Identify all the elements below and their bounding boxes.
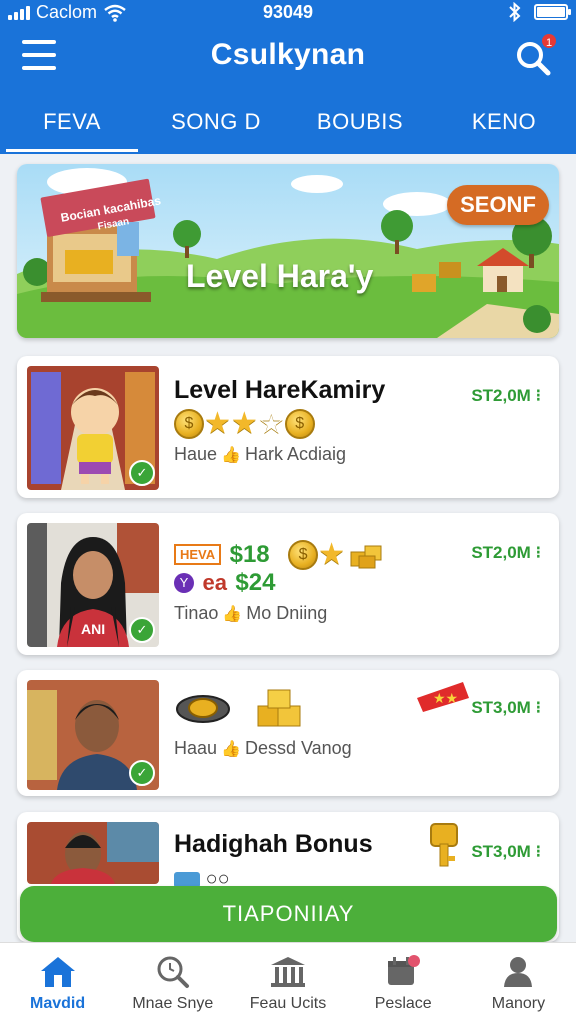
banner-title: Level Hara'y: [186, 258, 374, 294]
card-thumbnail: ✓: [27, 366, 159, 490]
coin-icon: $: [284, 408, 315, 439]
star-outline-icon: ☆: [257, 407, 285, 440]
offer-card[interactable]: ✓ ★★ ST3,0M ⁝ Haau 👍 Dessd Vanog: [17, 670, 559, 796]
card-price: ST3,0M ⁝: [471, 698, 541, 717]
app-title: Csulkynan: [210, 38, 366, 71]
yahoo-icon: Y: [174, 573, 194, 593]
svg-text:★★: ★★: [433, 691, 458, 707]
nav-label: Manory: [491, 995, 546, 1012]
reward-row: [174, 686, 306, 732]
card-title: Level HareKamiry: [174, 376, 386, 404]
nav-label: Mavdid: [30, 995, 86, 1012]
status-bar: Caclom 93049: [0, 0, 576, 26]
search-icon: [157, 956, 189, 988]
tab-boubis[interactable]: BOUBIS: [288, 90, 432, 154]
star-icon: ★: [230, 407, 258, 440]
amount-primary: $18: [229, 540, 270, 568]
secondary-amount-row: Y ea $24: [174, 569, 275, 597]
nav-item-search[interactable]: Mnae Snye: [115, 943, 230, 1024]
verified-icon: ✓: [129, 760, 155, 786]
more-icon[interactable]: ⁝: [536, 543, 541, 562]
app-bar: Csulkynan 1: [0, 26, 576, 90]
nav-item-profile[interactable]: Manory: [461, 943, 576, 1024]
tab-bar: FEVA SONG D BOUBIS KENO: [0, 90, 576, 154]
thumb-icon: 👍: [221, 447, 241, 464]
nav-label: Mnae Snye: [132, 995, 214, 1012]
person-icon: [504, 957, 533, 987]
new-tag: HEVA: [174, 544, 222, 565]
tab-keno[interactable]: KENO: [432, 90, 576, 154]
more-icon[interactable]: ⁝: [536, 842, 541, 861]
battery-icon: [534, 4, 571, 20]
card-subtitle: Tinao 👍 Mo Dniing: [174, 603, 328, 623]
thumb-icon: 👍: [222, 606, 243, 623]
card-thumbnail: ✓: [27, 680, 159, 790]
nav-label: Feau Ucits: [249, 995, 327, 1012]
shirt-text: ANI: [81, 621, 106, 637]
coin-icon: $: [174, 408, 204, 439]
banner-badge-button[interactable]: SEONF: [447, 185, 549, 225]
thumb-icon: 👍: [221, 741, 241, 758]
more-icon[interactable]: ⁝: [536, 698, 541, 717]
bluetooth-icon: [509, 2, 521, 22]
ring-coin-icon: [176, 695, 230, 723]
calendar-icon: [388, 955, 421, 985]
search-button[interactable]: 1: [514, 32, 558, 78]
gold-bars-icon: [257, 689, 301, 727]
verified-icon: ✓: [129, 460, 155, 486]
star-icon: ★: [318, 538, 346, 571]
amount-prefix: ea: [202, 570, 227, 595]
primary-cta-button[interactable]: TIAPONIIAY: [20, 886, 557, 942]
card-thumbnail: [27, 822, 159, 884]
more-icon[interactable]: ⁝: [536, 386, 541, 405]
verified-icon: ✓: [129, 617, 155, 643]
coin-icon: $: [288, 539, 319, 570]
card-subtitle: Haau 👍 Dessd Vanog: [174, 738, 352, 758]
offer-card[interactable]: ✓ Level HareKamiry ST2,0M ⁝ $ ★★☆ $ Haue 👍 H…: [17, 356, 559, 498]
gold-blocks-icon: [350, 545, 382, 568]
star-icon: ★: [204, 407, 231, 440]
nav-label: Peslace: [374, 995, 432, 1012]
notification-badge: 1: [540, 32, 558, 50]
offer-card[interactable]: ANI ✓ HEVA $18 $ ★ Y ea $24 ST2,0M ⁝ Tina…: [17, 513, 559, 655]
nav-item-bank[interactable]: Feau Ucits: [230, 943, 345, 1024]
man-photo: [27, 822, 159, 884]
clock: 93049: [262, 2, 314, 22]
home-icon: [40, 957, 75, 987]
reward-row: HEVA $18 $ ★: [174, 537, 383, 572]
nav-item-calendar[interactable]: Peslace: [346, 943, 461, 1024]
card-price: ST2,0M ⁝: [471, 386, 541, 405]
card-price: ST2,0M ⁝: [471, 543, 541, 562]
card-price: ST3,0M ⁝: [471, 842, 541, 861]
card-title: Hadighah Bonus: [174, 830, 373, 858]
ticket-icon: ★★: [417, 682, 469, 712]
tab-feva[interactable]: FEVA: [0, 90, 144, 154]
key-icon: [430, 823, 458, 867]
bank-icon: [271, 957, 305, 987]
card-thumbnail: ANI ✓: [27, 523, 159, 647]
nav-item-home[interactable]: Mavdid: [0, 943, 115, 1024]
amount-secondary: $24: [235, 569, 276, 596]
bottom-navigation: Mavdid Mnae Snye Feau Ucits Peslace Mano…: [0, 942, 576, 1024]
tab-song-d[interactable]: SONG D: [144, 90, 288, 154]
reward-row: $ ★★☆ $: [174, 406, 315, 441]
card-subtitle: Haue 👍 Hark Acdiaig: [174, 444, 347, 464]
